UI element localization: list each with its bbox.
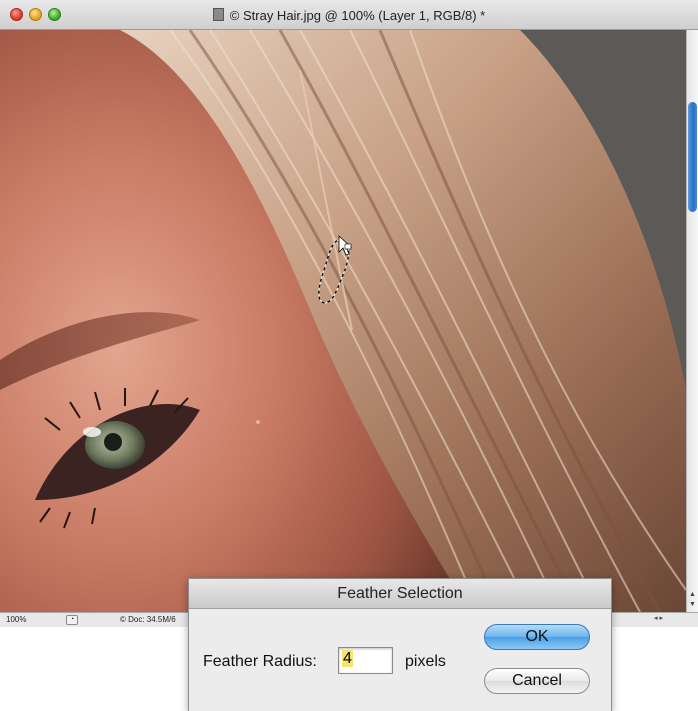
horizontal-scroll-arrows-icon[interactable]: ◂ ▸ (654, 614, 663, 622)
window-title: © Stray Hair.jpg @ 100% (Layer 1, RGB/8)… (0, 8, 698, 23)
scroll-arrows-icon[interactable]: ▲ ▼ (687, 590, 698, 612)
window-title-text: © Stray Hair.jpg @ 100% (Layer 1, RGB/8)… (229, 8, 486, 23)
status-menu-icon[interactable]: ◔ (66, 615, 78, 625)
zoom-level-field[interactable]: 100% (6, 615, 56, 625)
feather-radius-unit: pixels (405, 653, 446, 670)
photo-image (0, 30, 686, 612)
vertical-scroll-thumb[interactable] (688, 102, 697, 212)
cancel-button[interactable]: Cancel (484, 668, 590, 694)
feather-radius-input[interactable]: 4 (338, 647, 393, 674)
window-titlebar: © Stray Hair.jpg @ 100% (Layer 1, RGB/8)… (0, 0, 698, 30)
feather-selection-dialog: Feather Selection Feather Radius: 4 pixe… (188, 578, 612, 711)
feather-radius-value: 4 (342, 650, 353, 667)
vertical-scrollbar[interactable]: ▲ ▼ (686, 30, 698, 612)
feather-radius-label: Feather Radius: (203, 653, 317, 670)
ok-button[interactable]: OK (484, 624, 590, 650)
document-proxy-icon[interactable] (212, 8, 224, 21)
document-canvas[interactable] (0, 30, 686, 612)
dialog-title: Feather Selection (189, 579, 611, 609)
document-info: © Doc: 34.5M/6 (120, 615, 176, 624)
